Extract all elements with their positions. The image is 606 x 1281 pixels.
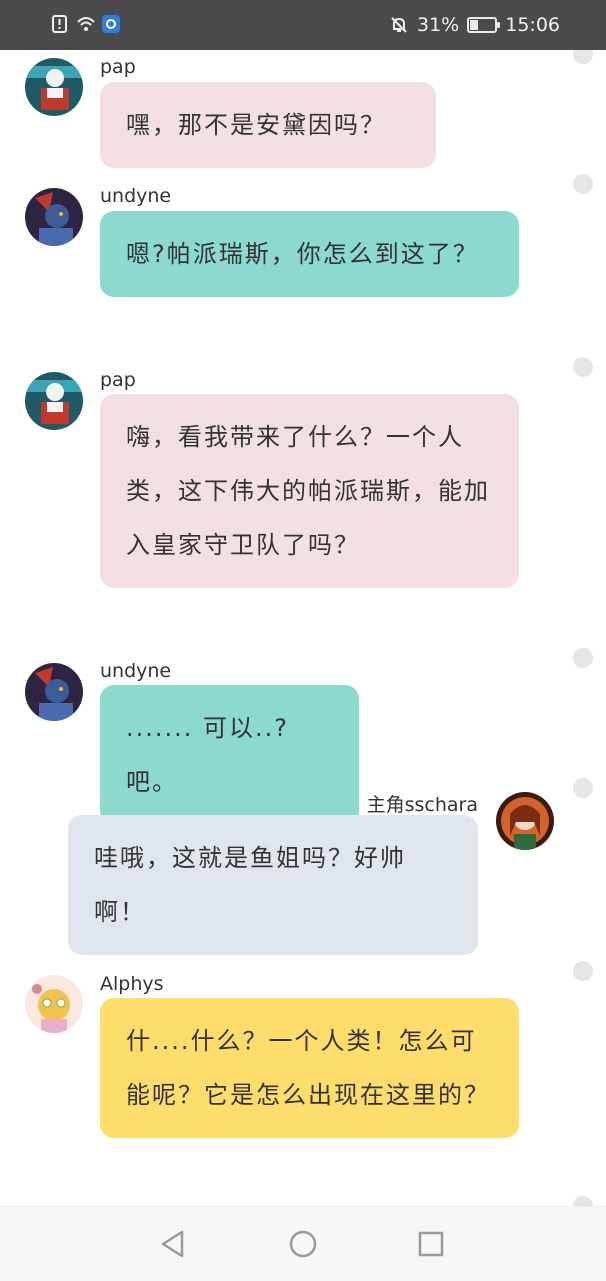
read-indicator	[573, 357, 593, 377]
avatar-sschara[interactable]	[496, 792, 554, 850]
sender-name: 主角sschara	[366, 794, 478, 816]
message-text: 什....什么？一个人类！怎么可能呢？它是怎么出现在这里的？	[126, 1027, 490, 1109]
sender-name: undyne	[100, 660, 172, 682]
app-badge-icon	[102, 15, 120, 33]
recents-icon[interactable]	[416, 1229, 446, 1259]
mute-icon	[391, 17, 407, 33]
battery-icon	[467, 17, 501, 33]
message-bubble[interactable]: 什....什么？一个人类！怎么可能呢？它是怎么出现在这里的？	[100, 998, 519, 1138]
wifi-icon	[77, 17, 95, 31]
avatar-alphys[interactable]	[25, 975, 83, 1033]
chat-list[interactable]: pap 嘿，那不是安黛因吗？ undyne 嗯?帕派瑞斯，你怎么到这了？ pap…	[0, 50, 606, 1206]
home-icon[interactable]	[288, 1229, 318, 1259]
message-bubble[interactable]: 嗯?帕派瑞斯，你怎么到这了？	[100, 211, 519, 297]
message-text: ....... 可以..? 吧。	[126, 714, 290, 796]
avatar-undyne[interactable]	[25, 663, 83, 721]
sender-name: pap	[100, 369, 136, 391]
back-icon[interactable]	[158, 1229, 188, 1259]
read-indicator	[573, 50, 593, 64]
status-right: 31% 15:06	[389, 14, 560, 36]
sender-name: undyne	[100, 185, 172, 207]
clock: 15:06	[505, 14, 560, 36]
read-indicator	[573, 1196, 593, 1206]
message-text: 哇哦，这就是鱼姐吗？好帅啊！	[94, 844, 406, 926]
avatar-undyne[interactable]	[25, 188, 83, 246]
status-bar: 31% 15:06	[0, 0, 606, 50]
status-left-icons	[50, 14, 120, 34]
message-text: 嗨，看我带来了什么？一个人类，这下伟大的帕派瑞斯，能加入皇家守卫队了吗？	[126, 423, 490, 559]
read-indicator	[573, 648, 593, 668]
sender-name: pap	[100, 56, 136, 78]
sender-name: Alphys	[100, 973, 164, 995]
message-bubble[interactable]: 嗨，看我带来了什么？一个人类，这下伟大的帕派瑞斯，能加入皇家守卫队了吗？	[100, 394, 519, 588]
message-text: 嘿，那不是安黛因吗？	[126, 111, 386, 139]
alert-icon	[52, 15, 67, 33]
read-indicator	[573, 961, 593, 981]
message-bubble[interactable]: 嘿，那不是安黛因吗？	[100, 82, 436, 168]
message-text: 嗯?帕派瑞斯，你怎么到这了？	[126, 240, 479, 268]
system-nav-bar	[0, 1206, 606, 1281]
battery-percent: 31%	[417, 14, 460, 36]
avatar-pap[interactable]	[25, 58, 83, 116]
read-indicator	[573, 778, 593, 798]
read-indicator	[573, 174, 593, 194]
message-bubble[interactable]: 哇哦，这就是鱼姐吗？好帅啊！	[68, 815, 478, 955]
avatar-pap[interactable]	[25, 372, 83, 430]
